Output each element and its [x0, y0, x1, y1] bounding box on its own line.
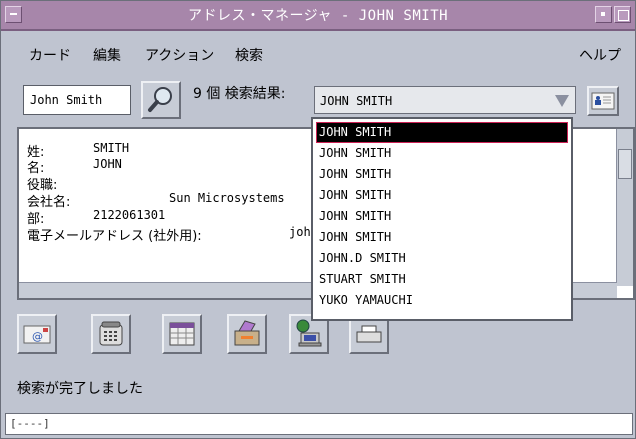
search-button[interactable] — [141, 81, 181, 119]
scrollbar-thumb[interactable] — [618, 149, 632, 179]
fax-icon — [234, 320, 260, 346]
dropdown-option[interactable]: JOHN SMITH — [317, 144, 567, 163]
minimize-icon — [601, 12, 605, 16]
result-count-label: 9 個 検索結果: — [193, 86, 286, 102]
menu-bar: カード 編集 アクション 検索 ヘルプ — [1, 39, 635, 67]
phone-icon — [99, 321, 123, 346]
maximize-button[interactable] — [614, 6, 631, 23]
printer-icon — [356, 325, 382, 343]
vertical-scrollbar[interactable] — [616, 129, 633, 286]
department-value: 2122061301 — [93, 208, 166, 222]
window-title: アドレス・マネージャ - JOHN SMITH — [187, 8, 449, 24]
dropdown-option[interactable]: YUKO YAMAUCHI — [317, 291, 567, 310]
mail-button[interactable]: @ — [17, 314, 57, 354]
calendar-button[interactable] — [162, 314, 202, 354]
fax-button[interactable] — [227, 314, 267, 354]
first-name-value: JOHN — [93, 157, 122, 171]
company-value: Sun Microsystems — [169, 191, 285, 205]
result-select-value: JOHN SMITH — [320, 94, 393, 108]
card-icon — [591, 92, 615, 110]
menu-search[interactable]: 検索 — [235, 45, 263, 65]
email-value: joh — [289, 225, 311, 239]
result-dropdown-list[interactable]: JOHN SMITH JOHN SMITH JOHN SMITH JOHN SM… — [311, 117, 573, 321]
calendar-icon — [169, 322, 195, 346]
mail-icon: @ — [23, 325, 51, 344]
dropdown-option[interactable]: JOHN.D SMITH — [317, 249, 567, 268]
address-manager-window: アドレス・マネージャ - JOHN SMITH カード 編集 アクション 検索 … — [0, 0, 636, 439]
action-icon-bar: @ — [17, 314, 417, 362]
dropdown-option[interactable]: STUART SMITH — [317, 270, 567, 289]
dropdown-option[interactable]: JOHN SMITH — [317, 207, 567, 226]
dropdown-option[interactable]: JOHN SMITH — [317, 228, 567, 247]
minimize-button[interactable] — [595, 6, 612, 23]
menu-edit[interactable]: 編集 — [93, 45, 121, 65]
magnifier-icon — [148, 87, 172, 112]
card-view-button[interactable] — [587, 86, 619, 116]
dropdown-option[interactable]: JOHN SMITH — [316, 122, 568, 143]
dropdown-option[interactable]: JOHN SMITH — [317, 165, 567, 184]
result-select[interactable]: JOHN SMITH — [314, 86, 576, 114]
last-name-value: SMITH — [93, 141, 130, 155]
maximize-icon — [618, 10, 629, 21]
footer-bar: [----] — [5, 413, 633, 435]
phone-button[interactable] — [91, 314, 131, 354]
name-search-input[interactable]: John Smith — [23, 85, 131, 115]
dropdown-option[interactable]: JOHN SMITH — [317, 186, 567, 205]
menu-card[interactable]: カード — [29, 45, 71, 65]
menu-action[interactable]: アクション — [145, 45, 214, 65]
computer-icon — [296, 319, 322, 347]
chevron-down-icon — [555, 95, 569, 107]
status-message: 検索が完了しました — [17, 381, 143, 397]
title-bar[interactable]: アドレス・マネージャ - JOHN SMITH — [1, 1, 635, 31]
email-label: 電子メールアドレス (社外用): — [27, 229, 202, 244]
svg-text:@: @ — [32, 330, 43, 343]
menu-help[interactable]: ヘルプ — [579, 45, 621, 65]
